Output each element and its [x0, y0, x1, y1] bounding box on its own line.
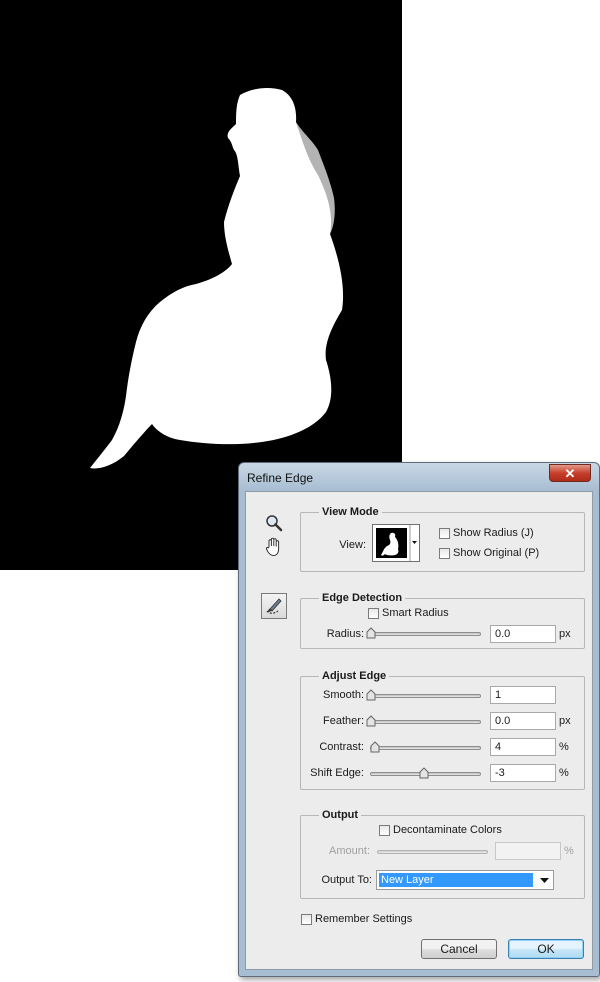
chevron-down-icon	[535, 871, 553, 889]
adjust-edge-legend: Adjust Edge	[322, 670, 387, 682]
shift-edge-slider[interactable]	[370, 767, 481, 779]
dialog-title: Refine Edge	[247, 471, 314, 485]
slider-thumb[interactable]	[366, 689, 376, 701]
slider-thumb[interactable]	[366, 627, 376, 639]
remember-settings-checkbox[interactable]: Remember Settings	[301, 913, 412, 925]
ok-button[interactable]: OK	[508, 939, 584, 959]
show-original-checkbox[interactable]: Show Original (P)	[439, 547, 539, 559]
radius-unit: px	[559, 628, 571, 640]
smooth-input[interactable]: 1	[490, 686, 556, 704]
refine-edge-dialog: Refine Edge ✕ View Mode View: Show Radiu…	[238, 462, 600, 977]
checkbox-box	[379, 824, 390, 836]
cancel-button[interactable]: Cancel	[421, 939, 497, 959]
remember-settings-label: Remember Settings	[315, 913, 413, 925]
output-legend: Output	[322, 809, 359, 821]
shift-edge-label: Shift Edge:	[310, 767, 364, 779]
dialog-body: View Mode View: Show Radius (J) Show Ori…	[245, 491, 593, 970]
decontaminate-colors-checkbox[interactable]: Decontaminate Colors	[379, 824, 502, 836]
show-radius-label: Show Radius (J)	[453, 527, 534, 539]
slider-thumb[interactable]	[366, 715, 376, 727]
contrast-slider[interactable]	[370, 741, 481, 753]
show-radius-checkbox[interactable]: Show Radius (J)	[439, 527, 534, 539]
show-original-label: Show Original (P)	[453, 547, 540, 559]
checkbox-box	[368, 607, 379, 619]
contrast-label: Contrast:	[319, 741, 364, 753]
view-mode-legend: View Mode	[322, 506, 379, 518]
refine-radius-brush-icon	[266, 598, 282, 614]
smooth-slider[interactable]	[366, 689, 481, 701]
dialog-titlebar[interactable]: Refine Edge ✕	[239, 463, 599, 491]
shift-edge-unit: %	[559, 767, 569, 779]
checkbox-box	[439, 547, 450, 559]
checkbox-box	[439, 527, 450, 539]
zoom-icon	[266, 515, 283, 532]
feather-input[interactable]: 0.0	[490, 712, 556, 730]
feather-unit: px	[559, 715, 571, 727]
radius-slider[interactable]	[366, 627, 481, 639]
feather-label: Feather:	[323, 715, 364, 727]
output-to-label: Output To:	[321, 874, 372, 886]
contrast-input[interactable]: 4	[490, 738, 556, 756]
view-thumbnail-icon	[376, 525, 417, 561]
edge-detection-legend: Edge Detection	[322, 592, 403, 604]
hand-tool[interactable]	[261, 534, 287, 560]
contrast-unit: %	[559, 741, 569, 753]
feather-slider[interactable]	[366, 715, 481, 727]
slider-thumb[interactable]	[419, 767, 429, 779]
slider-thumb[interactable]	[370, 741, 380, 753]
zoom-tool[interactable]	[261, 510, 287, 536]
hand-icon	[265, 537, 280, 557]
smooth-label: Smooth:	[323, 689, 364, 701]
amount-slider	[377, 850, 488, 854]
output-to-value: New Layer	[379, 873, 533, 887]
checkbox-box	[301, 913, 312, 925]
amount-input	[495, 842, 561, 860]
decontaminate-colors-label: Decontaminate Colors	[393, 824, 502, 836]
radius-label: Radius:	[326, 628, 364, 640]
shift-edge-input[interactable]: -3	[490, 764, 556, 782]
amount-unit: %	[564, 845, 574, 857]
output-to-select[interactable]: New Layer	[376, 870, 554, 890]
radius-input[interactable]: 0.0	[490, 625, 556, 643]
view-label: View:	[339, 539, 366, 551]
refine-radius-tool[interactable]	[261, 593, 287, 619]
smart-radius-checkbox[interactable]: Smart Radius	[368, 607, 449, 619]
view-mode-picker[interactable]	[372, 524, 420, 562]
amount-label: Amount:	[329, 845, 370, 857]
smart-radius-label: Smart Radius	[382, 607, 449, 619]
close-button[interactable]: ✕	[549, 464, 591, 482]
